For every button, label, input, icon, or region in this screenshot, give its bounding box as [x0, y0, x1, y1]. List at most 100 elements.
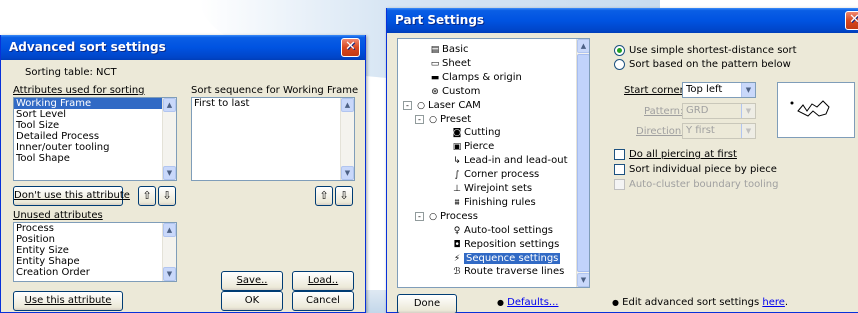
pattern-sort-radio[interactable]: [614, 59, 625, 70]
scroll-up-icon[interactable]: ▲: [163, 98, 176, 112]
start-corner-value: Top left: [686, 84, 723, 95]
tree-item-label: Process: [440, 210, 478, 222]
tree-item-label: Custom: [442, 85, 481, 97]
chevron-down-icon[interactable]: ▼: [741, 104, 755, 118]
dont-use-attribute-button[interactable]: Don't use this attribute: [13, 186, 130, 206]
scroll-down-icon[interactable]: ▼: [577, 273, 589, 287]
sequence-item[interactable]: First to last: [192, 98, 354, 109]
tree-item[interactable]: ⊛ Custom: [428, 85, 480, 98]
collapse-icon[interactable]: -: [415, 114, 424, 124]
tree-item[interactable]: ▣ Pierce: [450, 140, 495, 153]
simple-sort-radio[interactable]: [614, 45, 625, 56]
tree-item-label: Cutting: [464, 127, 501, 139]
tree-item[interactable]: ▬ Clamps & origin: [428, 71, 522, 84]
process-node-icon: ○: [429, 211, 437, 222]
tree-item-label: Laser CAM: [428, 99, 481, 111]
unused-attribute-item[interactable]: Entity Shape: [14, 256, 176, 267]
tree-item[interactable]: ▭ Sheet: [428, 57, 471, 70]
defaults-link[interactable]: Defaults...: [507, 297, 558, 308]
move-up-button[interactable]: ⇧: [138, 186, 156, 206]
tree-item[interactable]: ∫ Corner process: [450, 168, 540, 181]
sort-sequence-label: Sort sequence for Working Frame: [191, 85, 359, 96]
direction-select[interactable]: Y first ▼: [682, 123, 756, 139]
used-attribute-item[interactable]: Inner/outer tooling: [14, 142, 176, 153]
custom-icon: ⊛: [431, 86, 439, 97]
chevron-down-icon[interactable]: ▼: [741, 124, 755, 138]
scroll-up-icon[interactable]: ▲: [341, 98, 354, 112]
used-attribute-item[interactable]: Tool Shape: [14, 153, 176, 164]
sheet-icon: ▭: [430, 58, 440, 69]
unused-attributes-label: Unused attributes: [13, 210, 103, 221]
collapse-icon[interactable]: -: [415, 211, 424, 221]
used-list-scrollbar[interactable]: ▲ ▼: [162, 98, 176, 180]
piercing-first-checkbox[interactable]: [614, 149, 625, 160]
scroll-up-icon[interactable]: ▲: [577, 39, 589, 53]
tree-item-label: Preset: [440, 113, 472, 125]
scroll-down-icon[interactable]: ▼: [163, 166, 176, 180]
preset-node-icon: ○: [429, 114, 437, 125]
tree-item[interactable]: ⩩ Finishing rules: [450, 196, 536, 209]
scroll-up-icon[interactable]: ▲: [163, 223, 176, 237]
tree-item[interactable]: ⚡ Sequence settings: [450, 252, 561, 265]
sequence-list-scrollbar[interactable]: ▲ ▼: [340, 98, 354, 180]
start-corner-select[interactable]: Top left ▼: [682, 82, 756, 98]
sort-sequence-list[interactable]: First to last ▲ ▼: [191, 97, 355, 181]
direction-label: Direction:: [636, 126, 685, 137]
tree-item[interactable]: ⊥ Wirejoint sets: [450, 182, 532, 195]
tree-item[interactable]: ○ Laser CAM: [414, 99, 481, 112]
used-attribute-item[interactable]: Sort Level: [14, 109, 176, 120]
sequence-icon: ⚡: [453, 253, 461, 264]
unused-attribute-item[interactable]: Position: [14, 234, 176, 245]
chevron-down-icon[interactable]: ▼: [741, 83, 755, 97]
unused-attribute-item[interactable]: Process: [14, 223, 176, 234]
save-button[interactable]: Save..: [221, 271, 283, 291]
wirejoint-icon: ⊥: [453, 184, 461, 194]
laser-cam-node-icon: ○: [417, 100, 425, 111]
settings-tree[interactable]: ▤ Basic ▭ Sheet ▬ Clamps & origin ⊛ Custom - ○ Las…: [397, 38, 590, 288]
tree-item-label: Reposition settings: [464, 238, 560, 250]
close-button[interactable]: ✕: [341, 38, 360, 57]
unused-attribute-item[interactable]: Creation Order: [14, 267, 176, 278]
simple-sort-label: Use simple shortest-distance sort: [629, 45, 797, 56]
tree-item[interactable]: ◙ Cutting: [450, 126, 501, 139]
used-attribute-item[interactable]: Tool Size: [14, 120, 176, 131]
bullet-icon: ●: [612, 298, 619, 307]
cancel-button[interactable]: Cancel: [292, 291, 354, 311]
individual-piece-checkbox[interactable]: [614, 164, 625, 175]
tree-item[interactable]: ↳ Lead-in and lead-out: [450, 154, 567, 167]
auto-cluster-checkbox[interactable]: [614, 179, 625, 190]
ok-button[interactable]: OK: [221, 291, 283, 311]
scroll-down-icon[interactable]: ▼: [341, 166, 354, 180]
load-button[interactable]: Load..: [292, 271, 354, 291]
pattern-sort-label: Sort based on the pattern below: [629, 59, 791, 70]
save-label: Save..: [236, 275, 268, 286]
used-attribute-item[interactable]: Working Frame: [14, 98, 176, 109]
tree-item-label: Finishing rules: [464, 196, 536, 208]
tree-item[interactable]: ▤ Basic: [428, 43, 469, 56]
done-button[interactable]: Done: [397, 294, 457, 313]
sequence-down-button[interactable]: ⇩: [335, 186, 353, 206]
tree-item[interactable]: ○ Preset: [426, 113, 471, 126]
used-attributes-list[interactable]: Working Frame Sort Level Tool Size Detailed…: [13, 97, 177, 181]
tree-item[interactable]: ○ Process: [426, 210, 478, 223]
unused-list-scrollbar[interactable]: ▲ ▼: [162, 223, 176, 281]
use-attribute-button[interactable]: Use this attribute: [13, 291, 123, 311]
tree-scrollbar[interactable]: ▲ ▼: [576, 39, 589, 287]
used-attribute-item[interactable]: Detailed Process: [14, 131, 176, 142]
tree-item[interactable]: ◘ Reposition settings: [450, 238, 559, 251]
advanced-sort-link[interactable]: here: [762, 297, 785, 308]
tree-item[interactable]: ℬ Route traverse lines: [450, 265, 564, 278]
pattern-select[interactable]: GRD ▼: [682, 103, 756, 119]
tree-item[interactable]: ♀ Auto-tool settings: [450, 224, 553, 237]
scroll-thumb[interactable]: [577, 54, 589, 272]
advanced-sort-dialog: Advanced sort settings ✕ Sorting table: …: [0, 35, 366, 313]
arrow-up-icon: ⇧: [142, 189, 152, 202]
close-button[interactable]: ✕: [845, 11, 858, 30]
collapse-icon[interactable]: -: [403, 100, 412, 110]
unused-attribute-item[interactable]: Entity Size: [14, 245, 176, 256]
scroll-down-icon[interactable]: ▼: [163, 267, 176, 281]
advanced-sort-text: Edit advanced sort settings: [622, 297, 760, 308]
move-down-button[interactable]: ⇩: [158, 186, 176, 206]
unused-attributes-list[interactable]: Process Position Entity Size Entity Shape Cr…: [13, 222, 177, 282]
sequence-up-button[interactable]: ⇧: [315, 186, 333, 206]
